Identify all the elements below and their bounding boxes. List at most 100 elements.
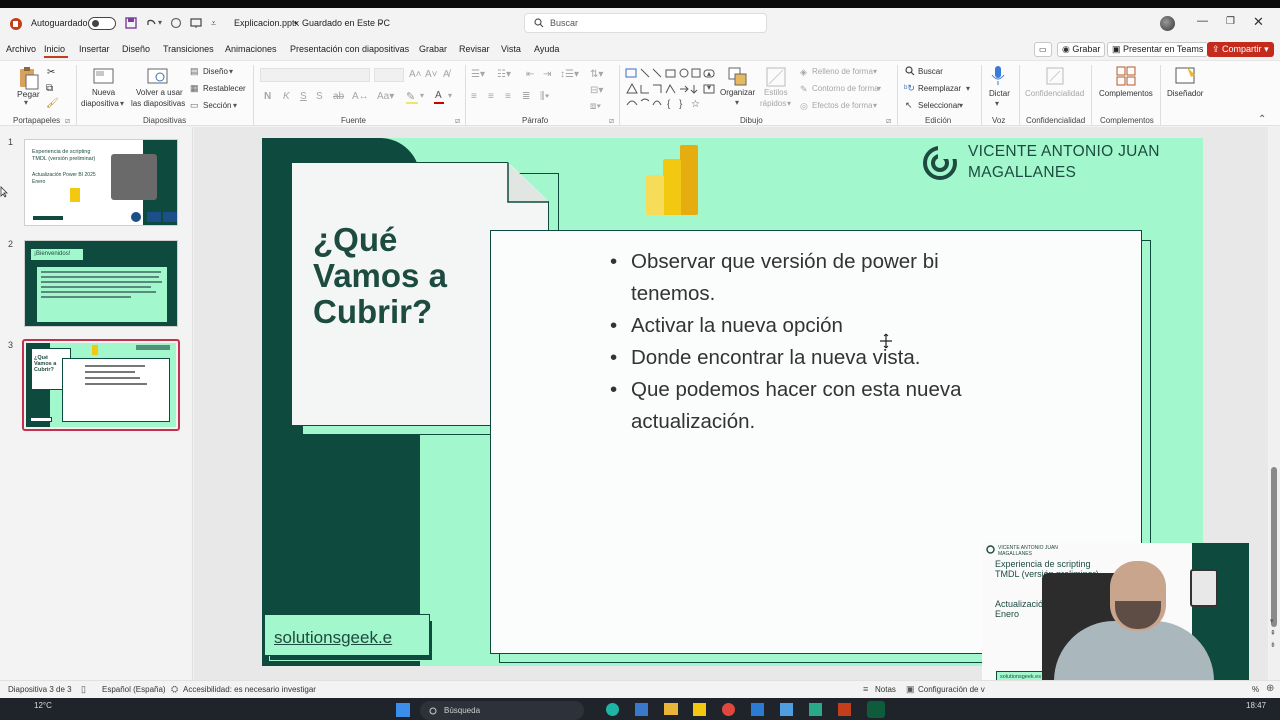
layout-chevron-icon[interactable]: ▾ bbox=[229, 67, 233, 76]
underline-button[interactable]: S bbox=[300, 91, 307, 102]
clear-format-icon[interactable]: A̸ bbox=[443, 69, 450, 80]
customize-toolbar-icon[interactable]: ⩡ bbox=[211, 18, 216, 29]
font-family-select[interactable] bbox=[260, 68, 370, 82]
save-icon[interactable] bbox=[125, 17, 137, 29]
tab-diseno[interactable]: Diseño bbox=[122, 44, 150, 54]
autosave-toggle[interactable] bbox=[88, 17, 116, 30]
share-button[interactable]: ⇪ Compartir ▾ bbox=[1207, 42, 1274, 57]
store-icon[interactable] bbox=[635, 703, 648, 716]
shapes-gallery-icon[interactable]: {} ☆ bbox=[625, 67, 717, 111]
tab-ayuda[interactable]: Ayuda bbox=[534, 44, 559, 54]
spellcheck-icon[interactable]: ▯ bbox=[81, 684, 86, 695]
shadow-button[interactable]: S bbox=[316, 91, 323, 102]
paste-icon[interactable] bbox=[17, 66, 39, 90]
paragraph-launcher-icon[interactable]: ⧄ bbox=[609, 116, 614, 126]
fit-slide-icon[interactable]: ⊕ bbox=[1266, 683, 1274, 694]
new-slide-icon[interactable] bbox=[93, 66, 115, 86]
section-chevron-icon[interactable]: ▾ bbox=[233, 101, 237, 110]
undo-icon[interactable] bbox=[145, 17, 157, 29]
numbering-icon[interactable]: ☷▾ bbox=[497, 69, 511, 80]
reuse-slides-icon[interactable] bbox=[147, 66, 169, 86]
minimize-icon[interactable]: — bbox=[1197, 15, 1208, 27]
dictate-chevron-icon[interactable]: ▾ bbox=[995, 99, 999, 108]
notes-icon[interactable]: ≡ bbox=[863, 684, 868, 694]
new-slide-label-2[interactable]: diapositiva bbox=[81, 99, 119, 108]
addins-icon[interactable] bbox=[1116, 66, 1136, 86]
tab-inicio[interactable]: Inicio bbox=[44, 44, 65, 54]
shape-fill-chevron-icon[interactable]: ▾ bbox=[873, 67, 877, 76]
quick-styles-label-2[interactable]: rápidos bbox=[760, 99, 786, 108]
clipboard-launcher-icon[interactable]: ⧄ bbox=[65, 116, 70, 126]
increase-indent-icon[interactable]: ⇥ bbox=[543, 69, 551, 80]
format-painter-icon[interactable]: 🖌 bbox=[46, 98, 59, 109]
save-status-chevron-icon[interactable]: ⌄ bbox=[377, 17, 385, 28]
section-button[interactable]: Sección bbox=[203, 101, 231, 110]
powerbi-taskbar-icon[interactable] bbox=[693, 703, 706, 716]
prev-slide-icon[interactable]: ⇞ bbox=[1270, 629, 1276, 637]
decrease-indent-icon[interactable]: ⇤ bbox=[526, 69, 534, 80]
present-teams-button[interactable]: ▣ Presentar en Teams bbox=[1107, 42, 1209, 57]
find-button[interactable]: Buscar bbox=[918, 67, 943, 76]
cut-icon[interactable]: ✂ bbox=[47, 67, 55, 78]
windows-start-icon[interactable] bbox=[396, 703, 410, 717]
taskbar-search[interactable]: Búsqueda bbox=[420, 701, 584, 720]
strikethrough-icon[interactable]: ab bbox=[333, 91, 344, 102]
reset-button[interactable]: Restablecer bbox=[203, 84, 246, 93]
vertical-scrollbar[interactable]: ▾ ⇞ ⇟ bbox=[1269, 127, 1280, 680]
search-box[interactable]: Buscar bbox=[524, 13, 767, 33]
view-settings-icon[interactable]: ▣ bbox=[906, 684, 915, 695]
select-icon[interactable]: ↖ bbox=[905, 100, 913, 111]
collapse-ribbon-icon[interactable]: ⌃ bbox=[1258, 114, 1266, 125]
change-case-icon[interactable]: Aa▾ bbox=[377, 91, 394, 102]
outlook-icon[interactable] bbox=[751, 703, 764, 716]
arrange-icon[interactable] bbox=[727, 66, 749, 88]
bullets-icon[interactable]: ☰▾ bbox=[471, 69, 485, 80]
thumbnail-slide-1[interactable]: Experiencia de scripting TMDL (versión p… bbox=[24, 139, 178, 226]
drawing-launcher-icon[interactable]: ⧄ bbox=[886, 116, 891, 126]
edge-icon[interactable] bbox=[606, 703, 619, 716]
shapes-scroll-down-icon[interactable]: ▾ bbox=[707, 83, 711, 92]
font-color-chevron-icon[interactable]: ▾ bbox=[448, 91, 452, 100]
zoom-percent[interactable]: % bbox=[1252, 685, 1259, 694]
text-direction-icon[interactable]: ⇅▾ bbox=[590, 69, 603, 80]
align-center-icon[interactable]: ≡ bbox=[488, 91, 494, 102]
tab-animaciones[interactable]: Animaciones bbox=[225, 44, 277, 54]
justify-icon[interactable]: ≣ bbox=[522, 91, 530, 102]
layout-button[interactable]: Diseño bbox=[203, 67, 228, 76]
outline-icon[interactable]: ✎ bbox=[800, 84, 808, 95]
notes-button[interactable]: Notas bbox=[875, 685, 896, 694]
reuse-label-1[interactable]: Volver a usar bbox=[136, 88, 183, 97]
new-slide-label-1[interactable]: Nueva bbox=[92, 88, 115, 97]
replace-icon[interactable]: ᵇ↻ bbox=[904, 83, 915, 94]
quick-styles-chevron-icon[interactable]: ▾ bbox=[787, 99, 791, 108]
user-avatar[interactable] bbox=[1160, 16, 1175, 31]
comments-button[interactable]: ▭ bbox=[1034, 42, 1052, 57]
maximize-icon[interactable]: ❐ bbox=[1226, 16, 1235, 27]
shapes-scroll-up-icon[interactable]: ▴ bbox=[707, 69, 711, 78]
align-text-icon[interactable]: ⊟▾ bbox=[590, 85, 603, 96]
redo-icon[interactable] bbox=[170, 17, 182, 29]
sensitivity-label[interactable]: Confidencialidad bbox=[1025, 89, 1084, 98]
scroll-down-icon[interactable]: ▾ bbox=[1270, 617, 1274, 625]
italic-button[interactable]: K bbox=[283, 91, 290, 102]
spacing-icon[interactable]: A↔ bbox=[352, 91, 369, 102]
tab-vista[interactable]: Vista bbox=[501, 44, 521, 54]
microphone-icon[interactable] bbox=[990, 65, 1006, 87]
replace-button[interactable]: Reemplazar bbox=[918, 84, 961, 93]
language-indicator[interactable]: Español (España) bbox=[102, 685, 166, 694]
present-icon[interactable] bbox=[190, 17, 202, 29]
reset-icon[interactable]: ▦ bbox=[190, 83, 199, 94]
quick-styles-icon[interactable] bbox=[765, 66, 787, 88]
powerpoint-taskbar-icon[interactable] bbox=[838, 703, 851, 716]
tab-grabar[interactable]: Grabar bbox=[419, 44, 447, 54]
terminal-icon[interactable] bbox=[867, 701, 885, 718]
paste-label[interactable]: Pegar bbox=[17, 89, 40, 99]
arrange-chevron-icon[interactable]: ▾ bbox=[735, 98, 739, 107]
select-button[interactable]: Seleccionar bbox=[918, 101, 960, 110]
shape-outline-button[interactable]: Contorno de forma bbox=[812, 84, 879, 93]
tab-presentacion[interactable]: Presentación con diapositivas bbox=[290, 44, 409, 54]
shape-effects-chevron-icon[interactable]: ▾ bbox=[873, 101, 877, 110]
replace-chevron-icon[interactable]: ▾ bbox=[966, 84, 970, 93]
grow-font-icon[interactable]: A˄ bbox=[409, 69, 422, 80]
reuse-label-2[interactable]: las diapositivas bbox=[131, 99, 185, 108]
